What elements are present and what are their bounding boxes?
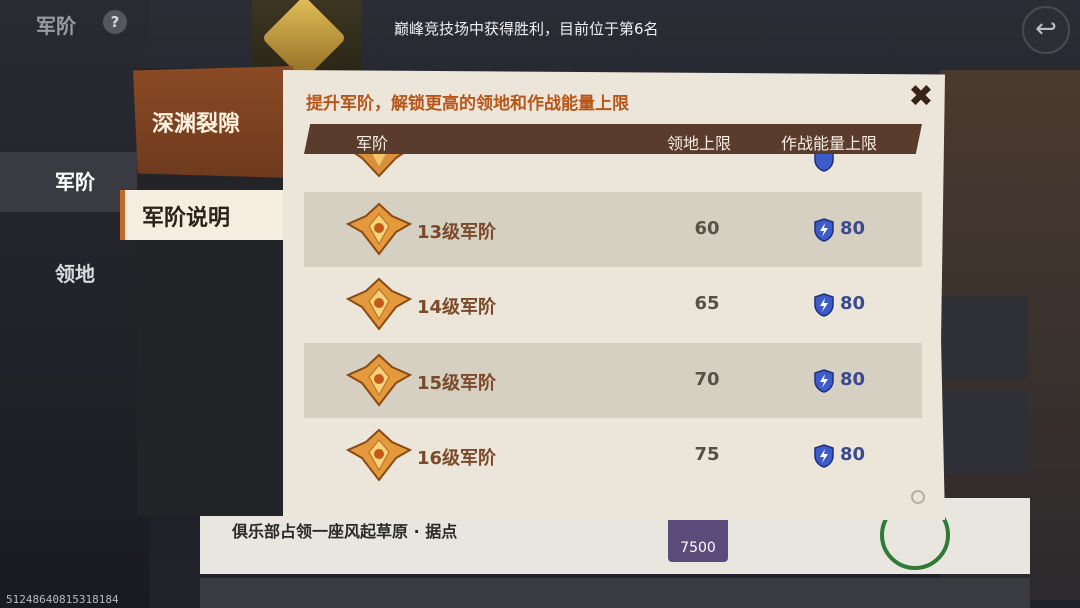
table-row: 13级军阶 60 80 bbox=[304, 192, 922, 267]
rank-name: 16级军阶 bbox=[417, 448, 497, 469]
table-row bbox=[304, 154, 922, 184]
energy-limit-value: 80 bbox=[840, 369, 866, 390]
user-id: 51248640815318184 bbox=[6, 593, 119, 606]
rank-name: 14级军阶 bbox=[417, 297, 497, 318]
table-row: 15级军阶 70 80 bbox=[304, 343, 922, 418]
help-icon[interactable]: ? bbox=[103, 10, 127, 34]
energy-limit-value: 80 bbox=[840, 218, 866, 239]
background-task-text: 俱乐部占领一座风起草原 · 据点 bbox=[232, 522, 458, 541]
energy-shield-icon bbox=[814, 369, 834, 393]
modal-subtitle: 提升军阶，解锁更高的领地和作战能量上限 bbox=[306, 94, 629, 114]
rank-medal-icon bbox=[346, 202, 412, 256]
background-task-row bbox=[200, 578, 1030, 608]
rank-medal-icon bbox=[354, 154, 404, 178]
land-limit-value: 60 bbox=[694, 218, 720, 239]
rank-name: 13级军阶 bbox=[417, 222, 497, 243]
rank-medal-icon bbox=[346, 277, 412, 331]
background-card bbox=[942, 296, 1028, 380]
rank-table[interactable]: 13级军阶 60 80 14级军阶 65 80 15级军阶 70 80 16级军… bbox=[304, 154, 922, 496]
energy-limit-value: 80 bbox=[840, 444, 866, 465]
column-header-land-limit: 领地上限 bbox=[667, 134, 732, 153]
close-icon[interactable]: ✖ bbox=[904, 80, 938, 114]
background-title: 军阶 bbox=[36, 14, 76, 38]
scroll-indicator-icon[interactable] bbox=[911, 490, 925, 504]
rank-medal-icon bbox=[346, 353, 412, 407]
energy-shield-icon bbox=[814, 293, 834, 317]
table-row: 14级军阶 65 80 bbox=[304, 267, 922, 342]
background-card bbox=[942, 390, 1028, 474]
rank-medal-icon bbox=[346, 428, 412, 482]
column-header-rank: 军阶 bbox=[356, 134, 389, 153]
background-medal bbox=[252, 0, 362, 81]
land-limit-value: 70 bbox=[694, 369, 720, 390]
energy-shield-icon bbox=[814, 444, 834, 468]
land-limit-value: 75 bbox=[694, 444, 720, 465]
column-header-energy-limit: 作战能量上限 bbox=[781, 134, 878, 153]
rank-name: 15级军阶 bbox=[417, 373, 497, 394]
energy-shield-icon bbox=[814, 218, 834, 242]
energy-shield-icon bbox=[814, 154, 834, 172]
energy-limit-value: 80 bbox=[840, 293, 866, 314]
back-icon[interactable]: ↩ bbox=[1022, 6, 1070, 54]
reward-badge: 7500 bbox=[668, 516, 728, 562]
background-tab-land[interactable]: 领地 bbox=[0, 244, 150, 304]
tab-rank-explanation-label: 军阶说明 bbox=[142, 206, 231, 231]
notice-banner: 巅峰竞技场中获得胜利，目前位于第6名 bbox=[394, 20, 659, 38]
table-row: 16级军阶 75 80 bbox=[304, 418, 922, 493]
background-left-panel bbox=[0, 0, 150, 608]
land-limit-value: 65 bbox=[694, 293, 720, 314]
modal-title: 深渊裂隙 bbox=[152, 112, 241, 137]
